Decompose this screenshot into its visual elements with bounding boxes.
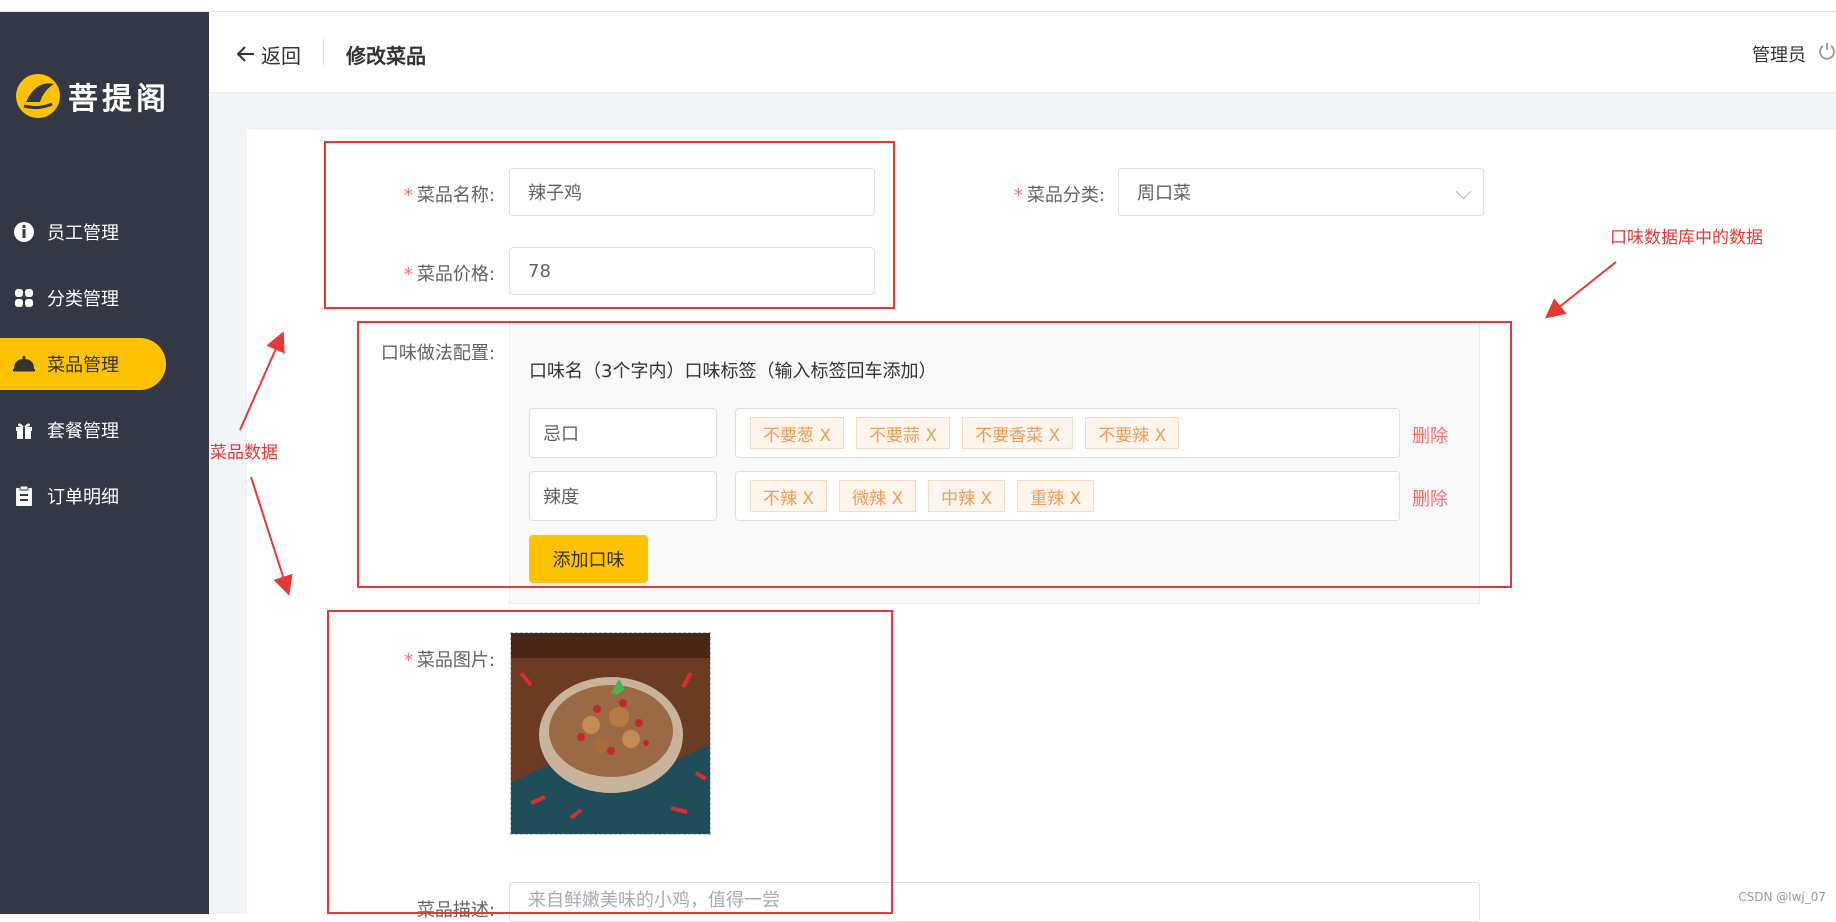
clipboard-icon bbox=[11, 483, 37, 509]
watermark: CSDN @lwj_07 bbox=[1738, 890, 1826, 904]
sidebar-item-combo[interactable]: 套餐管理 bbox=[0, 404, 166, 456]
sidebar-item-label: 菜品管理 bbox=[47, 355, 119, 376]
dish-category-select[interactable]: 周口菜 bbox=[1118, 168, 1484, 216]
top-border bbox=[0, 0, 1836, 12]
dish-cloche-icon bbox=[11, 351, 37, 377]
sidebar-item-category[interactable]: 分类管理 bbox=[0, 272, 166, 324]
logo-text: 菩提阁 bbox=[68, 82, 170, 117]
annotation-flavor-db: 口味数据库中的数据 bbox=[1610, 228, 1763, 248]
category-grid-icon bbox=[11, 285, 37, 311]
employee-icon bbox=[11, 219, 37, 245]
chevron-down-icon bbox=[1455, 183, 1472, 200]
logo: 菩提阁 bbox=[14, 72, 170, 120]
sidebar-item-label: 分类管理 bbox=[47, 289, 119, 310]
sidebar-item-dish[interactable]: 菜品管理 bbox=[0, 338, 166, 390]
user-name[interactable]: 管理员 bbox=[1752, 41, 1806, 67]
annotation-box-image bbox=[327, 610, 893, 914]
arrow-left-icon bbox=[236, 43, 255, 67]
sidebar-item-label: 员工管理 bbox=[47, 223, 119, 244]
header: 返回 修改菜品 管理员 bbox=[209, 12, 1836, 93]
dish-category-value: 周口菜 bbox=[1137, 183, 1191, 204]
annotation-box-flavor bbox=[357, 321, 1512, 588]
sidebar-item-label: 订单明细 bbox=[47, 487, 119, 508]
dish-category-label: * 菜品分类: bbox=[1013, 185, 1105, 206]
page-title: 修改菜品 bbox=[346, 44, 426, 68]
sidebar: 菩提阁 员工管理 分类管理 菜品管理 套餐管理 订单明细 bbox=[0, 12, 209, 914]
sidebar-item-orders[interactable]: 订单明细 bbox=[0, 470, 166, 522]
gift-icon bbox=[11, 417, 37, 443]
header-divider bbox=[323, 39, 324, 65]
back-label: 返回 bbox=[261, 44, 301, 68]
logo-mark-icon bbox=[14, 72, 62, 120]
annotation-dish-data: 菜品数据 bbox=[210, 443, 278, 463]
power-icon[interactable] bbox=[1818, 42, 1836, 60]
sidebar-item-employee[interactable]: 员工管理 bbox=[0, 206, 166, 258]
sidebar-item-label: 套餐管理 bbox=[47, 421, 119, 442]
back-button[interactable]: 返回 bbox=[236, 40, 301, 69]
annotation-box-basic bbox=[324, 141, 895, 309]
